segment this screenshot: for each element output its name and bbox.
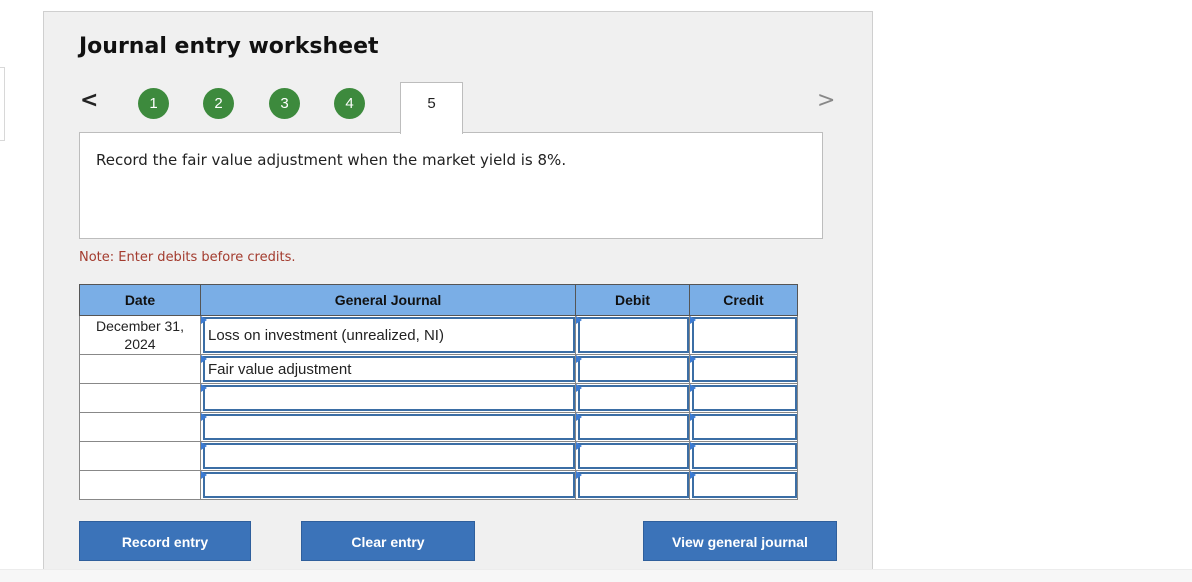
date-cell [79,470,201,500]
dropdown-marker-icon [201,316,207,324]
step-2-button[interactable]: 2 [203,88,234,119]
account-input[interactable]: Loss on investment (unrealized, NI) [203,317,575,353]
table-row [79,470,798,500]
worksheet-panel: Journal entry worksheet < 1 2 3 4 5 > Re… [43,11,873,572]
credit-input[interactable] [692,317,797,353]
dropdown-marker-icon [576,316,582,324]
table-row: Fair value adjustment [79,354,798,384]
dropdown-marker-icon [201,471,207,479]
credit-input[interactable] [692,356,797,382]
credit-cell[interactable] [689,412,798,442]
account-cell[interactable]: Loss on investment (unrealized, NI) [200,315,576,355]
account-cell[interactable]: Fair value adjustment [200,354,576,384]
side-tab [0,67,5,141]
credit-input[interactable] [692,385,797,411]
credit-input[interactable] [692,443,797,469]
credit-input[interactable] [692,472,797,498]
credit-cell[interactable] [689,354,798,384]
account-input[interactable] [203,385,575,411]
view-general-journal-button[interactable]: View general journal [643,521,837,561]
dropdown-marker-icon [690,316,696,324]
credit-cell[interactable] [689,470,798,500]
date-cell [79,412,201,442]
dropdown-marker-icon [576,355,582,363]
debit-input[interactable] [578,385,689,411]
account-cell[interactable] [200,470,576,500]
debit-column-header: Debit [575,284,690,316]
dropdown-marker-icon [201,355,207,363]
debit-cell[interactable] [575,441,690,471]
debit-input[interactable] [578,356,689,382]
dropdown-marker-icon [576,442,582,450]
dropdown-marker-icon [690,471,696,479]
account-cell[interactable] [200,383,576,413]
debit-cell[interactable] [575,354,690,384]
dropdown-marker-icon [576,413,582,421]
account-input[interactable]: Fair value adjustment [203,356,575,382]
step-3-button[interactable]: 3 [269,88,300,119]
clear-entry-button[interactable]: Clear entry [301,521,475,561]
dropdown-marker-icon [201,442,207,450]
debit-input[interactable] [578,443,689,469]
note-text: Note: Enter debits before credits. [79,250,296,265]
table-row [79,412,798,442]
dropdown-marker-icon [576,384,582,392]
journal-table: Date General Journal Debit Credit Decemb… [79,284,798,500]
date-cell: December 31, 2024 [79,315,201,355]
question-text: Record the fair value adjustment when th… [96,151,567,169]
table-row: December 31, 2024 Loss on investment (un… [79,315,798,355]
credit-cell[interactable] [689,383,798,413]
chevron-right-icon[interactable]: > [817,88,835,113]
credit-input[interactable] [692,414,797,440]
account-cell[interactable] [200,412,576,442]
record-entry-button[interactable]: Record entry [79,521,251,561]
step-5-tab[interactable]: 5 [400,82,463,134]
dropdown-marker-icon [201,413,207,421]
dropdown-marker-icon [576,471,582,479]
account-input[interactable] [203,443,575,469]
step-1-button[interactable]: 1 [138,88,169,119]
debit-input[interactable] [578,472,689,498]
credit-column-header: Credit [689,284,798,316]
step-4-button[interactable]: 4 [334,88,365,119]
general-journal-column-header: General Journal [200,284,576,316]
table-row [79,383,798,413]
question-box: Record the fair value adjustment when th… [79,132,823,239]
debit-cell[interactable] [575,412,690,442]
dropdown-marker-icon [690,355,696,363]
table-header-row: Date General Journal Debit Credit [79,284,798,316]
chevron-left-icon[interactable]: < [80,88,98,113]
table-row [79,441,798,471]
dropdown-marker-icon [690,442,696,450]
page-title: Journal entry worksheet [79,34,379,59]
debit-cell[interactable] [575,470,690,500]
dropdown-marker-icon [201,384,207,392]
debit-input[interactable] [578,317,689,353]
bottom-bar [0,569,1192,582]
debit-cell[interactable] [575,315,690,355]
account-cell[interactable] [200,441,576,471]
debit-input[interactable] [578,414,689,440]
credit-cell[interactable] [689,315,798,355]
date-cell [79,354,201,384]
debit-cell[interactable] [575,383,690,413]
credit-cell[interactable] [689,441,798,471]
date-column-header: Date [79,284,201,316]
account-input[interactable] [203,472,575,498]
dropdown-marker-icon [690,413,696,421]
date-cell [79,383,201,413]
dropdown-marker-icon [690,384,696,392]
account-input[interactable] [203,414,575,440]
date-cell [79,441,201,471]
